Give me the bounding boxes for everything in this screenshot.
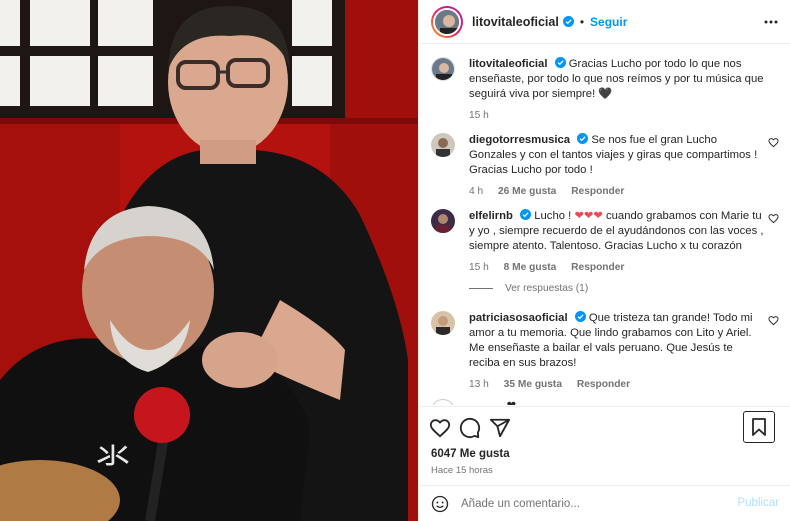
follow-button[interactable]: Seguir [590,15,627,29]
reply-button[interactable]: Responder [571,186,624,197]
heart-icon[interactable] [429,417,451,439]
heart-emojis: ❤❤❤ [574,210,603,222]
comment-username[interactable]: diegotorresmusica [469,134,570,146]
comment-likes[interactable]: 35 Me gusta [504,379,562,390]
view-replies-button[interactable]: Ver respuestas (1) [469,283,588,294]
post-actions: 6047 Me gusta Hace 15 horas Publicar [419,406,790,521]
author-avatar[interactable] [431,5,463,38]
likes-count[interactable]: 6047 Me gusta [431,448,510,460]
post-side-panel: litovitaleoficial • Seguir litovitaleofi… [418,0,790,521]
reply-button[interactable]: Responder [577,379,630,390]
comment-avatar[interactable] [431,209,455,233]
verified-badge-icon [574,311,586,322]
comment-likes[interactable]: 8 Me gusta [504,262,557,273]
comment-heart-icon[interactable] [768,213,779,224]
svg-text:氺: 氺 [96,437,130,477]
comment-input[interactable] [461,494,701,514]
comment-heart-icon[interactable] [768,315,779,326]
post-photo[interactable]: 氺 [0,0,418,521]
replies-line [469,288,493,289]
add-comment-bar: Publicar [419,485,790,521]
comment-time: 4 h [469,186,484,197]
comment-time: 15 h [469,262,489,273]
comment-heart-icon[interactable] [768,137,779,148]
caption-avatar[interactable] [431,57,455,81]
comment-likes[interactable]: 26 Me gusta [498,186,556,197]
verified-badge-icon [554,57,566,68]
post-image: 氺 [0,0,418,521]
comments-list[interactable]: litovitaleoficial Gracias Lucho por todo… [419,45,790,405]
comment-username[interactable]: elfelirnb [469,210,513,222]
more-icon[interactable] [763,14,779,30]
caption-time: 15 h [469,110,489,121]
caption-username[interactable]: litovitaleoficial [469,58,547,70]
emoji-icon[interactable] [431,495,449,513]
save-button[interactable] [743,411,775,443]
comment-icon[interactable] [459,417,481,439]
verified-badge-icon [577,133,589,144]
post-time: Hace 15 horas [431,465,493,476]
comment-text-continued: cuando grabamos con Marie tu y yo , siem… [469,210,764,252]
post-header: litovitaleoficial • Seguir [419,0,790,44]
bookmark-icon [752,418,766,436]
reply-button[interactable]: Responder [571,262,624,273]
comment-username[interactable]: patriciasosaoficial [469,312,568,324]
view-replies-label[interactable]: Ver respuestas (1) [505,283,588,294]
publish-button[interactable]: Publicar [737,497,779,509]
comment-text: ... ... ... ❤ [469,399,764,405]
verified-badge-icon [562,16,574,27]
header-separator: • [579,14,585,29]
share-icon[interactable] [489,417,511,439]
author-username[interactable]: litovitaleoficial [472,15,559,29]
verified-badge-icon [520,209,532,220]
comment-avatar[interactable] [431,133,455,157]
comment-avatar[interactable] [431,311,455,335]
comment-time: 13 h [469,379,489,390]
comment-text: Lucho ! [534,210,572,222]
comment-avatar[interactable] [431,399,455,405]
